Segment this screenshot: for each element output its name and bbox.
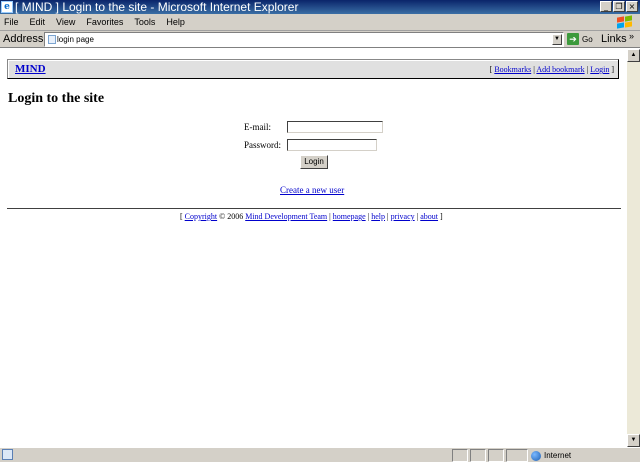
status-cell: [452, 449, 468, 462]
zone-label: Internet: [544, 451, 572, 460]
help-link[interactable]: help: [371, 212, 385, 221]
bookmarks-link[interactable]: Bookmarks: [494, 65, 531, 74]
menu-bar: File Edit View Favorites Tools Help: [0, 14, 640, 31]
site-header: MIND [ Bookmarks | Add bookmark | Login …: [7, 59, 619, 79]
nav-bracket-close: ]: [609, 65, 614, 74]
status-cell: [470, 449, 486, 462]
copyright-link[interactable]: Copyright: [185, 212, 217, 221]
divider: [7, 208, 621, 209]
vertical-scrollbar[interactable]: ▲ ▼: [627, 49, 640, 447]
address-label: Address: [3, 33, 44, 45]
privacy-link[interactable]: privacy: [391, 212, 415, 221]
menu-favorites[interactable]: Favorites: [80, 14, 128, 30]
go-button[interactable]: ➔ Go: [567, 33, 593, 45]
title-bar: e [ MIND ] Login to the site - Microsoft…: [0, 0, 640, 14]
close-icon[interactable]: ×: [626, 1, 638, 12]
password-label: Password:: [244, 140, 282, 150]
menu-tools[interactable]: Tools: [128, 14, 160, 30]
window-title: [ MIND ] Login to the site - Microsoft I…: [15, 0, 299, 14]
homepage-link[interactable]: homepage: [333, 212, 366, 221]
status-cell: [506, 449, 528, 462]
address-bar: Address login page ▼ ➔ Go Links »: [0, 31, 640, 48]
password-field[interactable]: [287, 139, 377, 151]
ie-icon[interactable]: e: [1, 1, 13, 13]
menu-help[interactable]: Help: [160, 14, 190, 30]
about-link[interactable]: about: [420, 212, 438, 221]
restore-icon[interactable]: ❐: [613, 1, 625, 12]
footer: [ Copyright © 2006 Mind Development Team…: [180, 212, 443, 221]
email-label: E-mail:: [244, 122, 271, 132]
scroll-up-icon[interactable]: ▲: [627, 49, 640, 62]
menu-edit[interactable]: Edit: [24, 14, 51, 30]
address-dropdown-icon[interactable]: ▼: [552, 34, 562, 45]
address-value: login page: [57, 35, 94, 44]
status-bar: Internet: [0, 447, 640, 462]
login-link[interactable]: Login: [590, 65, 609, 74]
security-zone[interactable]: Internet: [531, 449, 571, 462]
page-viewport: MIND [ Bookmarks | Add bookmark | Login …: [0, 49, 627, 447]
team-link[interactable]: Mind Development Team: [245, 212, 327, 221]
menu-file[interactable]: File: [0, 14, 24, 30]
page-status-icon: [2, 449, 13, 460]
scroll-down-icon[interactable]: ▼: [627, 434, 640, 447]
site-nav: [ Bookmarks | Add bookmark | Login ]: [490, 65, 614, 74]
create-user-link[interactable]: Create a new user: [280, 185, 344, 195]
email-field[interactable]: [287, 121, 383, 133]
page-icon: [48, 35, 56, 44]
minimize-icon[interactable]: _: [600, 1, 612, 12]
footer-bracket-close: ]: [438, 212, 443, 221]
status-cell: [488, 449, 504, 462]
go-arrow-icon: ➔: [567, 33, 579, 45]
links-button[interactable]: Links: [601, 32, 627, 46]
footer-year: © 2006: [217, 212, 246, 221]
address-input[interactable]: login page ▼: [44, 32, 564, 47]
links-chevron-icon[interactable]: »: [629, 31, 634, 41]
windows-logo-icon: [614, 15, 634, 30]
add-bookmark-link[interactable]: Add bookmark: [536, 65, 584, 74]
globe-icon: [531, 450, 541, 461]
site-logo-link[interactable]: MIND: [15, 63, 46, 75]
menu-view[interactable]: View: [50, 14, 80, 30]
page-title: Login to the site: [8, 91, 105, 106]
login-button[interactable]: Login: [300, 155, 328, 169]
go-label: Go: [582, 34, 593, 44]
